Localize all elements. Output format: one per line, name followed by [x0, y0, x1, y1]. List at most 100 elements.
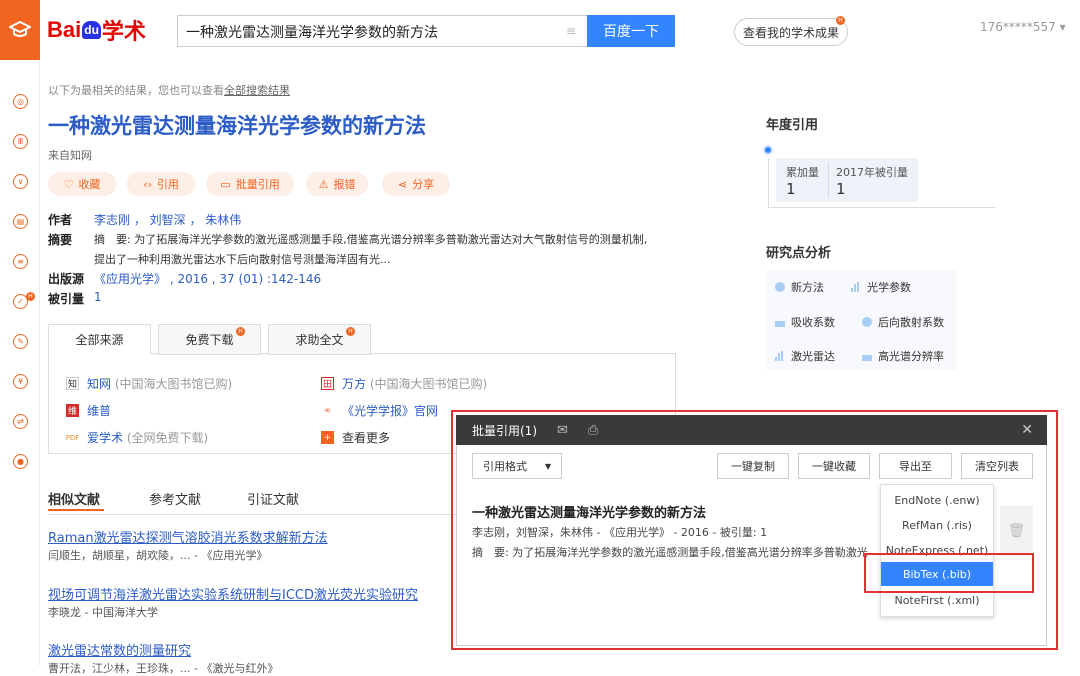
folder-icon: ▭: [220, 177, 231, 191]
cite-button[interactable]: ‹› 引用: [127, 172, 195, 196]
timeline-dot-icon: [763, 145, 773, 155]
keyword-label: 高光谱分辨率: [878, 350, 944, 363]
new-badge-icon: H: [836, 16, 845, 25]
related-meta: 李晓龙 - 中国海洋大学: [48, 606, 158, 619]
report-button[interactable]: ⚠ 报错: [306, 172, 368, 196]
my-results-button[interactable]: 查看我的学术成果: [734, 18, 848, 46]
user-icon[interactable]: ●: [13, 454, 28, 469]
author-label: 作者: [48, 213, 73, 227]
source-name[interactable]: 维普: [87, 402, 111, 419]
keyword-tag[interactable]: 后向散射系数: [862, 314, 944, 330]
library-icon[interactable]: Ⅲ: [13, 134, 28, 149]
source-vip[interactable]: 维维普: [66, 402, 111, 419]
source-more[interactable]: + 查看更多: [321, 429, 390, 446]
source-cnki[interactable]: 知知网 (中国海大图书馆已购): [66, 375, 232, 392]
source-journal-site[interactable]: ∞ 《光学学报》官网: [321, 402, 438, 419]
pie-icon: [862, 317, 872, 327]
batch-cite-button[interactable]: ▭ 批量引用: [206, 172, 294, 196]
link-icon: ∞: [323, 405, 332, 416]
new-badge-icon: H: [346, 327, 355, 336]
keyword-label: 新方法: [791, 281, 824, 294]
more-sources-label[interactable]: 查看更多: [342, 429, 390, 446]
analysis-heading: 研究点分析: [766, 246, 832, 261]
abstract-line-2: 提出了一种利用激光雷达水下后向散射信号测量海洋固有光...: [94, 253, 391, 266]
source-aixueshu[interactable]: PDF 爱学术 (全网免费下载): [65, 429, 209, 446]
annual-citation-heading: 年度引用: [766, 118, 819, 133]
plus-icon: +: [321, 431, 334, 444]
source-name[interactable]: 知网: [87, 377, 111, 391]
edit-icon[interactable]: ✎: [13, 334, 28, 349]
keyword-label: 吸收系数: [791, 316, 835, 329]
abstract-label: 摘要: [48, 233, 73, 247]
new-badge-icon: H: [26, 292, 35, 301]
keyword-tag[interactable]: 光学参数: [851, 279, 911, 295]
wanfang-icon: 田: [321, 377, 334, 390]
brand-suffix: 学术: [101, 19, 146, 44]
yen-icon[interactable]: ¥: [13, 374, 28, 389]
source-wanfang[interactable]: 田万方 (中国海大图书馆已购): [321, 375, 487, 392]
related-title[interactable]: 激光雷达常数的测量研究: [48, 640, 191, 659]
source-name[interactable]: 爱学术: [87, 431, 123, 445]
publication[interactable]: 《应用光学》 , 2016 , 37 (01) :142-146: [94, 270, 321, 287]
source-note: (中国海大图书馆已购): [111, 377, 233, 391]
source-name[interactable]: 万方: [342, 377, 366, 391]
source-note: (中国海大图书馆已购): [366, 377, 488, 391]
source-name[interactable]: 《光学学报》官网: [342, 402, 438, 419]
heart-icon: ♡: [63, 177, 74, 191]
tab-citations[interactable]: 引证文献: [247, 489, 299, 508]
total-value: 1: [786, 180, 796, 198]
vip-icon: 维: [66, 404, 79, 417]
favorite-button[interactable]: ♡ 收藏: [48, 172, 116, 196]
tab-all-sources[interactable]: 全部来源: [48, 324, 151, 355]
keyword-tag[interactable]: 吸收系数: [775, 314, 835, 330]
paper-source: 来自知网: [48, 149, 92, 162]
stats-divider: [828, 162, 829, 198]
search-button[interactable]: 百度一下: [587, 15, 675, 47]
list-icon[interactable]: ≡: [13, 254, 28, 269]
tab-similar[interactable]: 相似文献: [48, 489, 100, 508]
scholar-logo-icon[interactable]: [0, 0, 40, 60]
paper-title[interactable]: 一种激光雷达测量海洋光学参数的新方法: [48, 110, 426, 140]
related-meta: 闫顺生，胡顺星，胡欢陵，... - 《应用光学》: [48, 549, 268, 562]
search-input[interactable]: 一种激光雷达测量海洋光学参数的新方法: [177, 15, 587, 47]
related-title[interactable]: Raman激光雷达探测气溶胶消光系数求解新方法: [48, 527, 328, 546]
menu-lines-icon[interactable]: ≡: [566, 24, 576, 38]
abstract-line-1: 摘 要: 为了拓展海洋光学参数的激光遥感测量手段,借鉴高光谱分辨率多普勒激光雷达…: [94, 233, 648, 246]
baidu-scholar-logo[interactable]: Bai du 学术: [47, 10, 146, 50]
keyword-label: 光学参数: [867, 281, 911, 294]
keyword-label: 激光雷达: [791, 350, 835, 363]
exchange-icon[interactable]: ⇄: [13, 414, 28, 429]
timeline-line: [768, 158, 769, 208]
bibtex-highlight-box: [864, 553, 1034, 593]
hint-prefix: 以下为最相关的结果，您也可以查看: [48, 84, 224, 97]
authors[interactable]: 李志刚 ， 刘智深 ， 朱林伟: [94, 211, 241, 228]
panel-highlight-box: [451, 410, 1058, 650]
pdf-icon: PDF: [65, 433, 80, 442]
pie-icon: [775, 282, 785, 292]
publication-label: 出版源: [48, 272, 85, 286]
keyword-tag[interactable]: 新方法: [775, 279, 824, 295]
source-note: (全网免费下载): [123, 431, 209, 445]
cited-count[interactable]: 1: [94, 290, 102, 304]
tab-request-fulltext[interactable]: 求助全文: [268, 324, 371, 355]
active-tab-underline: [48, 509, 104, 511]
total-label: 累加量: [786, 166, 819, 179]
keyword-tag[interactable]: 激光雷达: [775, 348, 835, 364]
related-meta: 曹开法，江少林，王珍珠，... - 《激光与红外》: [48, 662, 279, 675]
code-icon: ‹›: [143, 177, 152, 191]
share-button[interactable]: ⋖ 分享: [382, 172, 450, 196]
share-icon: ⋖: [397, 177, 408, 191]
user-menu[interactable]: 176*****557 ▾: [980, 20, 1066, 34]
keyword-tag[interactable]: 高光谱分辨率: [862, 348, 944, 364]
report-label: 报错: [333, 178, 356, 191]
all-results-link[interactable]: 全部搜索结果: [224, 84, 290, 97]
search-icon[interactable]: ◎: [13, 94, 28, 109]
book-icon[interactable]: ▤: [13, 214, 28, 229]
tab-free-download[interactable]: 免费下载: [158, 324, 261, 355]
vote-icon[interactable]: ∨: [13, 174, 28, 189]
cite-label: 引用: [156, 178, 179, 191]
share-label: 分享: [412, 178, 435, 191]
related-title[interactable]: 视场可调节海洋激光雷达实验系统研制与ICCD激光荧光实验研究: [48, 584, 418, 603]
tab-references[interactable]: 参考文献: [149, 489, 201, 508]
paw-icon: du: [82, 21, 101, 39]
